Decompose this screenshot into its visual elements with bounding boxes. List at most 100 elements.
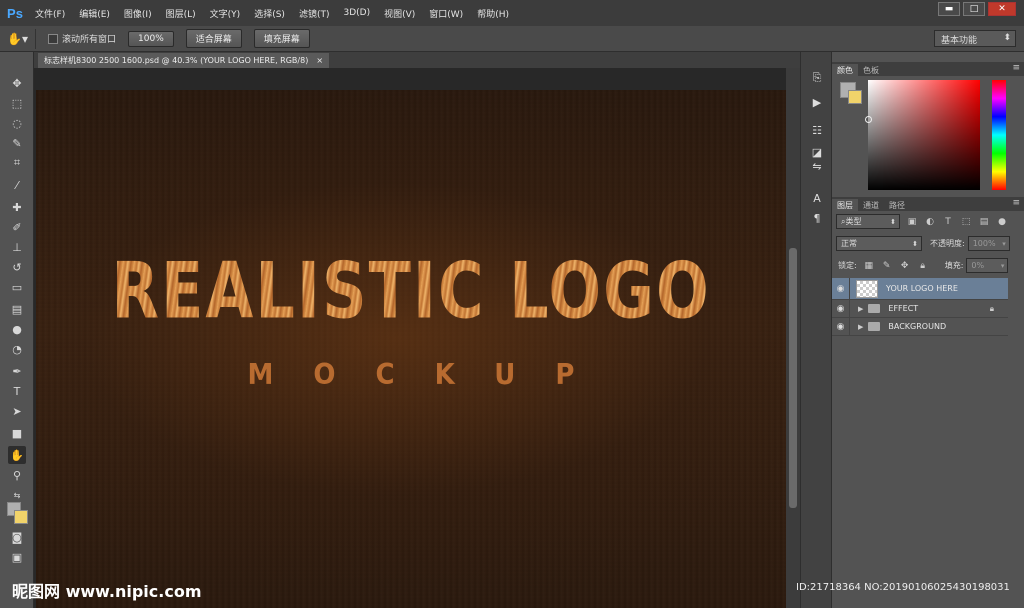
layer-filter-select[interactable]: ⌕ 类型 ⬍ [836,214,900,229]
move-tool-icon[interactable]: ✥ [8,74,26,92]
dodge-tool-icon[interactable]: ◔ [8,340,26,358]
layer-name: EFFECT [888,304,919,313]
gradient-tool-icon[interactable]: ▤ [8,300,26,318]
layer-row-background[interactable]: ◉ ▶ BACKGROUND [832,318,1008,336]
menu-3d[interactable]: 3D(D) [336,8,377,18]
collapsed-panel-dock: ⎘ ▶ ☷ ◪ ⇋ A ¶ [800,52,832,608]
menu-image[interactable]: 图像(I) [117,7,159,20]
expand-triangle-icon[interactable]: ▶ [858,305,863,313]
checkbox-box[interactable] [48,33,58,44]
menu-layer[interactable]: 图层(L) [159,7,203,20]
history-brush-tool-icon[interactable]: ↺ [8,258,26,276]
scrollbar-thumb[interactable] [789,248,797,508]
tab-layers[interactable]: 图层 [832,199,858,211]
lock-image-icon[interactable]: ✎ [881,260,893,272]
tab-paths[interactable]: 路径 [884,199,910,211]
logo-subtitle-text: MOCKUP [247,358,615,392]
close-icon[interactable]: × [316,56,323,65]
layer-row-effect[interactable]: ◉ ▶ EFFECT 🔒︎ [832,300,1008,318]
eraser-tool-icon[interactable]: ▭ [8,278,26,296]
tab-channels[interactable]: 通道 [858,199,884,211]
path-select-tool-icon[interactable]: ➤ [8,402,26,420]
menu-help[interactable]: 帮助(H) [470,7,516,20]
menu-file[interactable]: 文件(F) [28,7,72,20]
healing-brush-tool-icon[interactable]: ✚ [8,198,26,216]
menu-bar: Ps 文件(F) 编辑(E) 图像(I) 图层(L) 文字(Y) 选择(S) 滤… [0,0,1024,26]
scroll-all-windows-checkbox[interactable]: 滚动所有窗口 [48,32,116,45]
menu-view[interactable]: 视图(V) [377,7,422,20]
actions-panel-icon[interactable]: ▶ [809,94,825,110]
chevron-down-icon: ⬍ [1003,33,1011,43]
tab-color[interactable]: 颜色 [832,64,858,76]
clone-stamp-tool-icon[interactable]: ⊥ [8,238,26,256]
layer-row-your-logo-here[interactable]: ◉ YOUR LOGO HERE [832,278,1008,300]
filter-smart-object-icon[interactable]: ▤ [978,216,990,228]
visibility-eye-icon[interactable]: ◉ [832,278,850,299]
quick-select-tool-icon[interactable]: ✎ [8,134,26,152]
menu-type[interactable]: 文字(Y) [203,7,248,20]
lock-all-icon[interactable]: 🔒︎ [917,260,929,272]
pen-tool-icon[interactable]: ✒ [8,362,26,380]
lock-fill-row: 锁定: ▦ ✎ ✥ 🔒︎ 填充: 0% ▾ [832,258,1024,273]
filter-toggle-icon[interactable]: ● [996,216,1008,228]
filter-shape-icon[interactable]: ⬚ [960,216,972,228]
opacity-field[interactable]: 100% ▾ [967,236,1010,251]
zoom-100-button[interactable]: 100% [128,30,174,47]
properties-panel-icon[interactable]: ☷ [809,122,825,138]
blend-mode-select[interactable]: 正常 ⬍ [836,236,922,251]
color-panel-background-swatch[interactable] [848,90,862,104]
hand-tool-preset-icon[interactable]: ✋▾ [0,28,36,49]
blur-tool-icon[interactable]: ● [8,320,26,338]
rectangle-tool-icon[interactable]: ■ [8,424,26,442]
menu-select[interactable]: 选择(S) [247,7,292,20]
document-canvas[interactable]: REALISTIC LOGO MOCKUP [36,90,786,608]
brush-tool-icon[interactable]: ✐ [8,218,26,236]
filter-pixel-icon[interactable]: ▣ [906,216,918,228]
minimize-button[interactable]: ▬ [938,2,960,16]
document-tab[interactable]: 标志样机8300 2500 1600.psd @ 40.3% (YOUR LOG… [38,53,330,68]
layer-name: BACKGROUND [888,322,947,331]
filter-adjustment-icon[interactable]: ◐ [924,216,936,228]
quick-mask-icon[interactable]: ◙ [8,528,26,546]
filter-type-icon[interactable]: T [942,216,954,228]
workspace-value: 基本功能 [941,36,978,46]
color-spectrum-field[interactable] [868,80,980,190]
lock-label: 锁定: [838,261,857,270]
visibility-eye-icon[interactable]: ◉ [832,300,850,317]
layer-filter-value: 类型 [845,217,862,226]
background-color-swatch[interactable] [14,510,28,524]
hue-slider[interactable] [992,80,1006,190]
expand-triangle-icon[interactable]: ▶ [858,323,863,331]
eyedropper-tool-icon[interactable]: ⁄ [8,176,26,194]
lock-transparent-icon[interactable]: ▦ [863,260,875,272]
panel-menu-icon[interactable]: ≡ [1012,63,1020,73]
tab-swatches[interactable]: 色板 [858,64,884,76]
menu-filter[interactable]: 滤镜(T) [292,7,337,20]
canvas-area[interactable]: REALISTIC LOGO MOCKUP [34,68,786,608]
vertical-scrollbar[interactable] [786,68,800,608]
hand-tool-icon[interactable]: ✋ [8,446,26,464]
right-panels: 颜色 色板 ≡ 图层 通道 路径 ≡ ⌕ 类型 ⬍ ▣ ◐ T ⬚ ▤ ● 正常… [832,52,1024,608]
visibility-eye-icon[interactable]: ◉ [832,318,850,335]
fill-field[interactable]: 0% ▾ [966,258,1009,273]
fill-screen-button[interactable]: 填充屏幕 [253,29,310,48]
menu-edit[interactable]: 编辑(E) [72,7,117,20]
type-tool-icon[interactable]: T [8,382,26,400]
crop-tool-icon[interactable]: ⌗ [8,154,26,172]
lasso-tool-icon[interactable]: ◌ [8,114,26,132]
history-panel-icon[interactable]: ⎘ [809,70,825,86]
workspace-select[interactable]: 基本功能 ⬍ [934,30,1016,47]
close-button[interactable]: ✕ [988,2,1016,16]
marquee-tool-icon[interactable]: ⬚ [8,94,26,112]
libraries-panel-icon[interactable]: ⇋ [809,158,825,174]
zoom-tool-icon[interactable]: ⚲ [8,466,26,484]
character-panel-icon[interactable]: A [809,190,825,206]
fit-screen-button[interactable]: 适合屏幕 [185,29,242,48]
menu-window[interactable]: 窗口(W) [422,7,470,20]
restore-button[interactable]: □ [963,2,985,16]
panel-menu-icon[interactable]: ≡ [1012,198,1020,208]
color-picker-ring[interactable] [865,116,872,123]
lock-position-icon[interactable]: ✥ [899,260,911,272]
paragraph-panel-icon[interactable]: ¶ [809,210,825,226]
screen-mode-icon[interactable]: ▣ [8,548,26,566]
